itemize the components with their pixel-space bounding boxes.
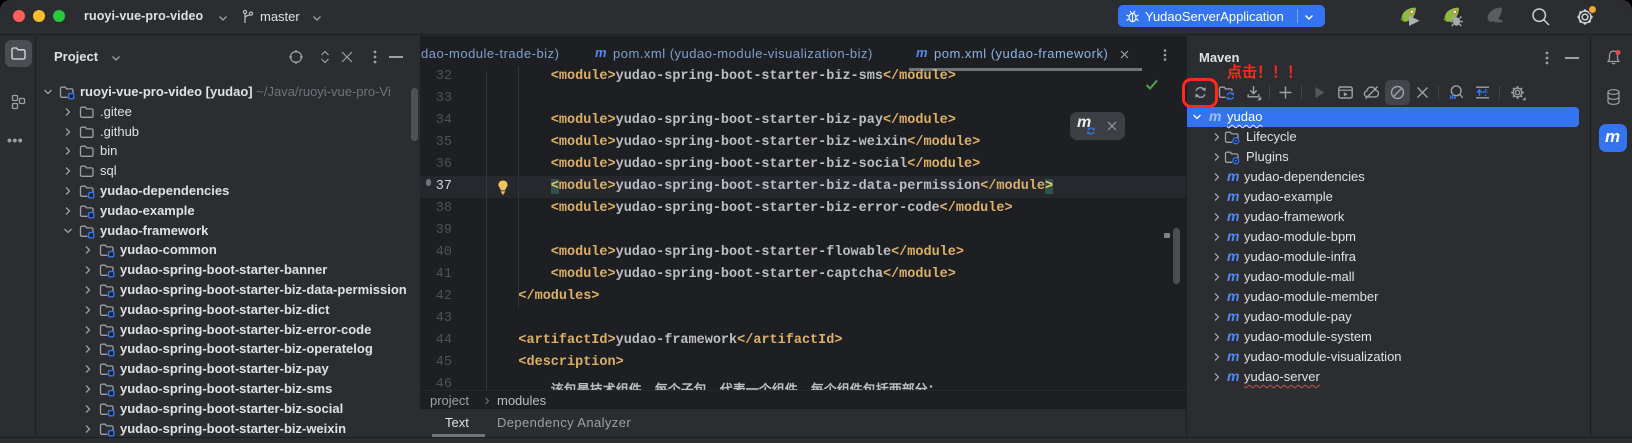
svg-text:m: m	[916, 45, 928, 60]
svg-text:m: m	[595, 45, 607, 60]
